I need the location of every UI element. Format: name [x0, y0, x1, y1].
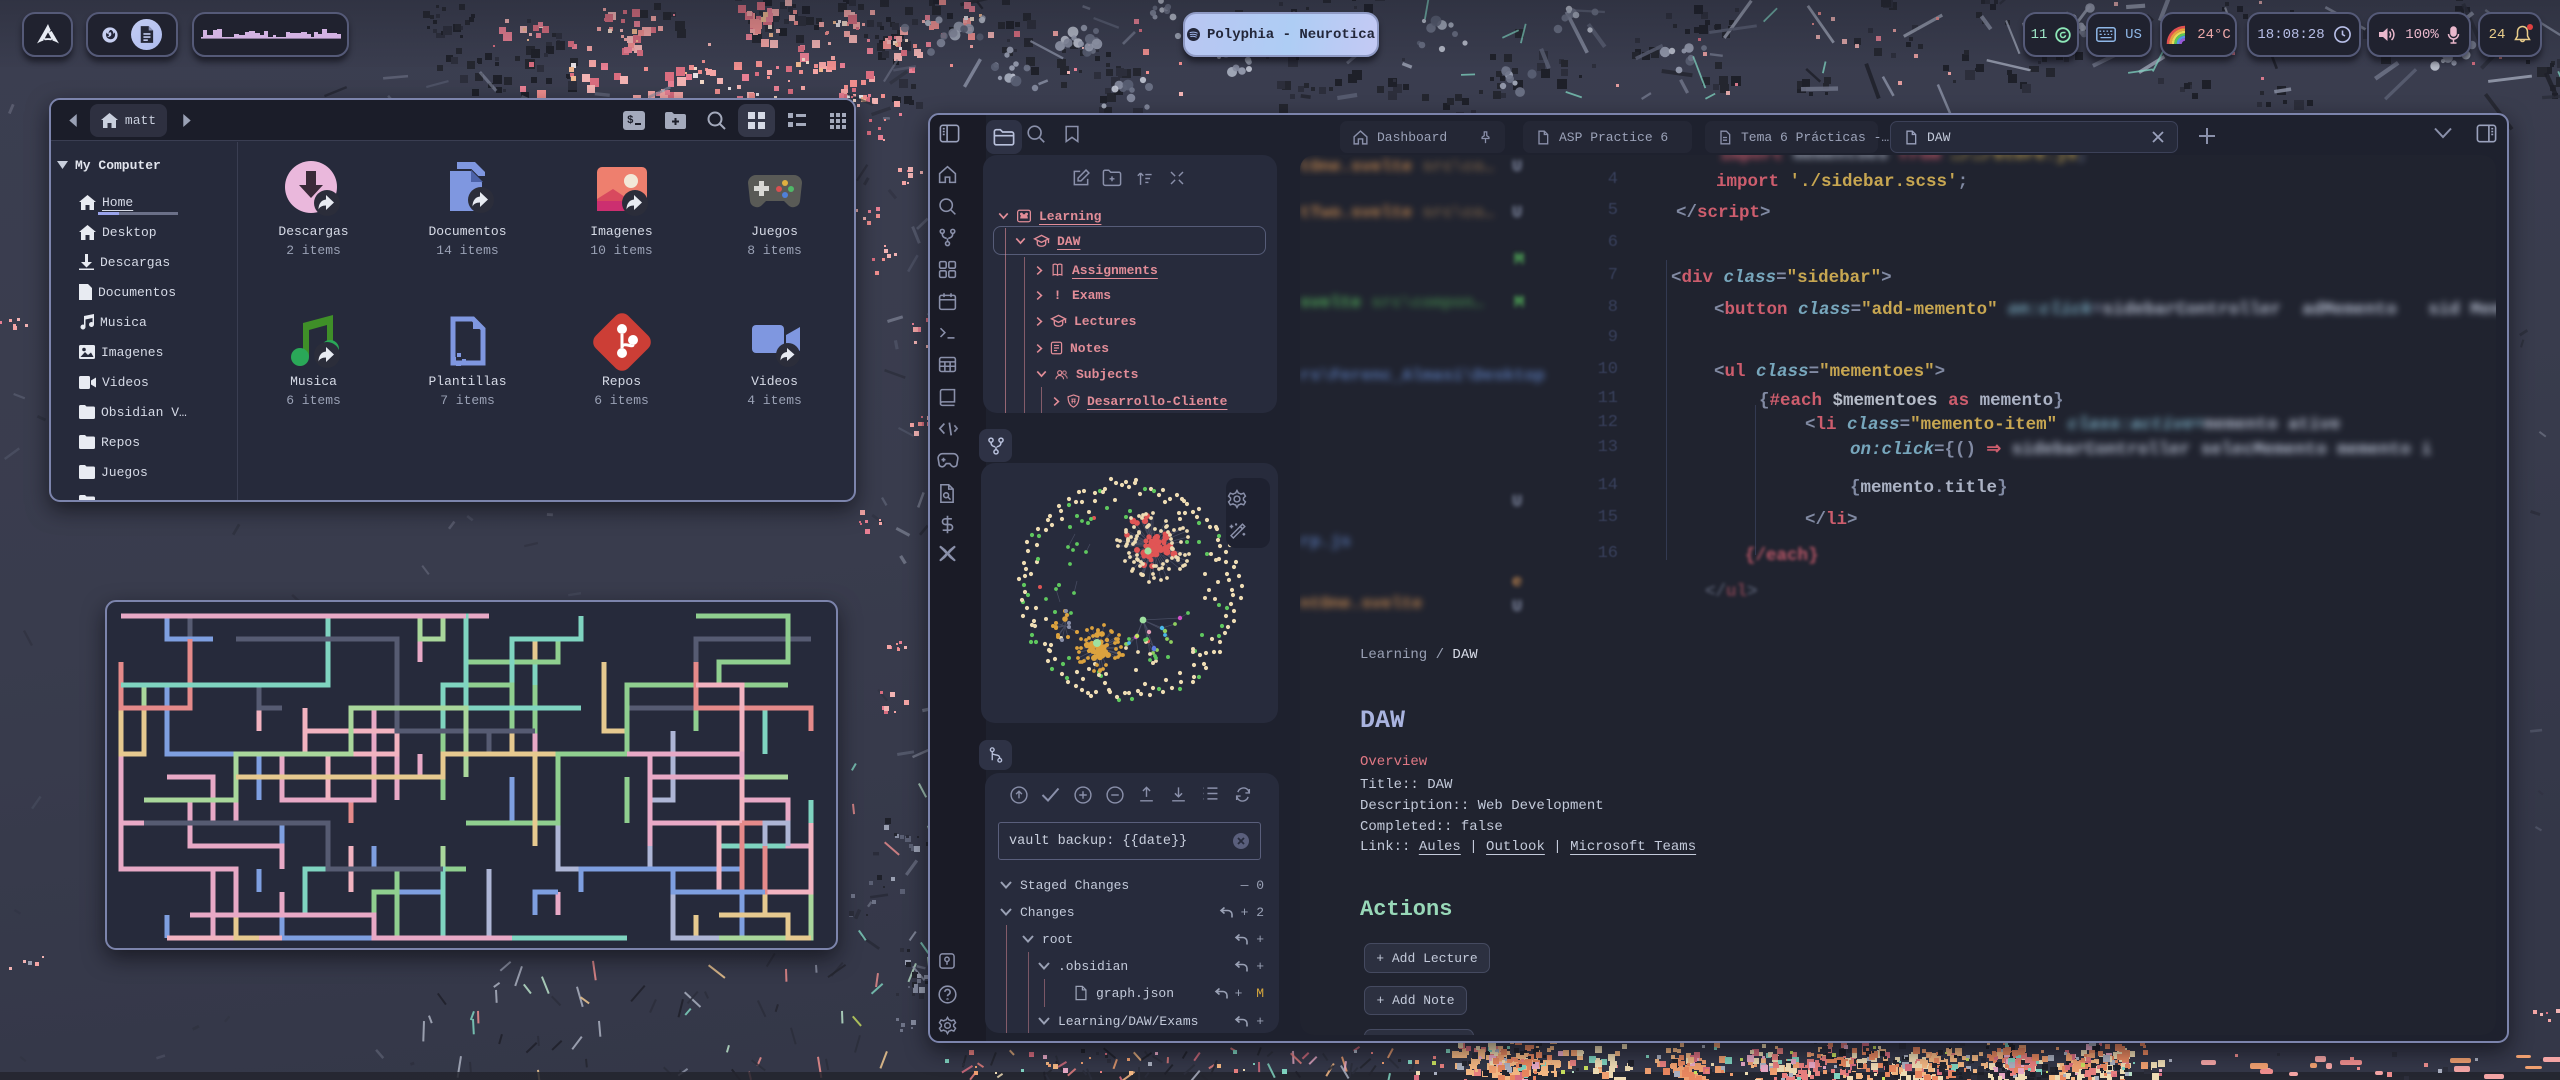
svg-text:$: $: [627, 115, 634, 127]
